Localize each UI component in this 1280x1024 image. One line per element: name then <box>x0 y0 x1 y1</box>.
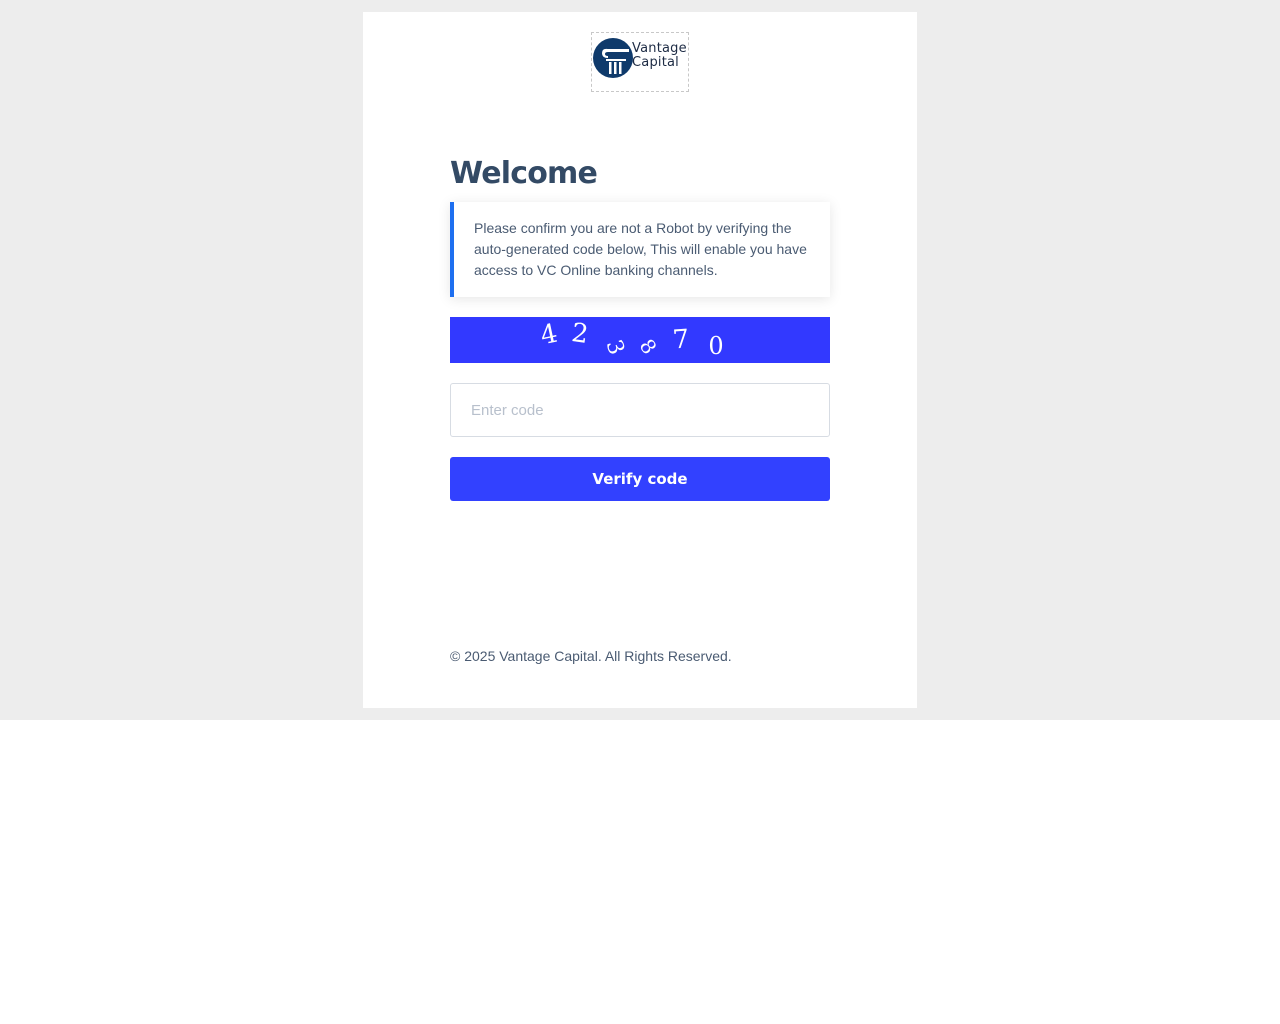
brand-name-line2: Capital <box>632 55 679 70</box>
verify-code-button[interactable]: Verify code <box>450 457 830 501</box>
page-title: Welcome <box>450 156 598 191</box>
captcha-char: 8 <box>635 334 662 358</box>
verification-card: Vantage Capital Welcome Please confirm y… <box>363 12 917 708</box>
captcha-char: 2 <box>570 318 591 350</box>
code-input[interactable] <box>450 383 830 437</box>
captcha-char: 4 <box>538 319 560 352</box>
brand-logo: Vantage Capital <box>591 32 689 92</box>
footer-copyright: © 2025 Vantage Capital. All Rights Reser… <box>450 648 732 664</box>
captcha-char: 3 <box>600 337 628 359</box>
brand-wordmark: Vantage Capital <box>632 42 687 70</box>
brand-name-line1: Vantage <box>632 41 687 56</box>
pillar-logo-icon <box>593 38 633 78</box>
robot-notice: Please confirm you are not a Robot by ve… <box>450 202 830 297</box>
robot-notice-text: Please confirm you are not a Robot by ve… <box>474 220 807 278</box>
captcha-image: 423870 <box>450 317 830 363</box>
captcha-char: 7 <box>672 324 691 355</box>
captcha-char: 0 <box>708 332 723 360</box>
